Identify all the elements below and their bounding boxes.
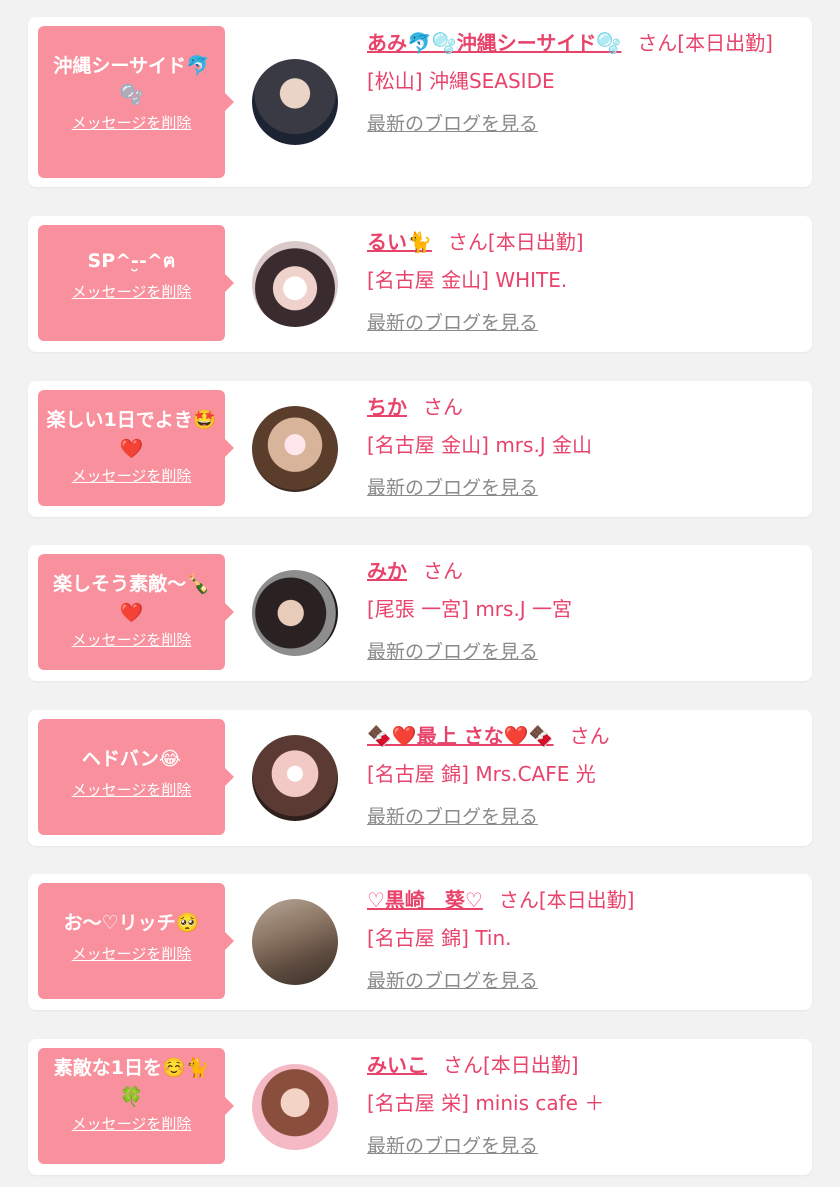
shop-label: [名古屋 錦] Tin.: [367, 926, 512, 950]
message-text: 楽しそう素敵〜🍾❤️: [53, 573, 210, 624]
shop-label: [松山] 沖縄SEASIDE: [367, 69, 555, 93]
name-suffix: さん: [569, 724, 610, 748]
message-text: 沖縄シーサイド🐬🫧: [53, 55, 210, 106]
girl-name-link[interactable]: あみ🐬🫧沖縄シーサイド🫧: [367, 31, 621, 55]
avatar[interactable]: [252, 406, 338, 492]
name-line: あみ🐬🫧沖縄シーサイド🫧 さん[本日出勤]: [367, 26, 794, 60]
name-suffix: さん[本日出勤]: [447, 230, 584, 254]
shop-label: [名古屋 栄] minis cafe ＋: [367, 1091, 605, 1115]
name-line: 🍫❤️最上 さな❤️🍫 さん: [367, 719, 794, 753]
delete-message-link[interactable]: メッセージを削除: [44, 630, 219, 650]
girl-name-link[interactable]: ♡黒崎 葵♡: [367, 888, 483, 912]
message-card: 楽しそう素敵〜🍾❤️ メッセージを削除 みか さん [尾張 一宮] mrs.J 一…: [28, 545, 812, 681]
message-text: 楽しい1日でよき🤩❤️: [46, 409, 217, 460]
delete-message-link[interactable]: メッセージを削除: [44, 282, 219, 302]
avatar[interactable]: [252, 899, 338, 985]
avatar[interactable]: [252, 735, 338, 821]
shop-label: [尾張 一宮] mrs.J 一宮: [367, 597, 573, 621]
delete-message-link[interactable]: メッセージを削除: [44, 780, 219, 800]
profile-info: るい🐈 さん[本日出勤] [名古屋 金山] WHITE. 最新のブログを見る: [367, 225, 794, 337]
name-line: みいこ さん[本日出勤]: [367, 1048, 794, 1082]
message-card: SP^-̮-^ฅ メッセージを削除 るい🐈 さん[本日出勤] [名古屋 金山] W…: [28, 216, 812, 352]
delete-message-link[interactable]: メッセージを削除: [44, 113, 219, 133]
message-text: お〜♡リッチ🥺: [63, 912, 200, 934]
delete-message-link[interactable]: メッセージを削除: [44, 466, 219, 486]
name-line: るい🐈 さん[本日出勤]: [367, 225, 794, 259]
latest-blog-link[interactable]: 最新のブログを見る: [367, 110, 794, 138]
girl-name-link[interactable]: みいこ: [367, 1053, 427, 1077]
message-bubble: 楽しい1日でよき🤩❤️ メッセージを削除: [38, 390, 234, 506]
delete-message-link[interactable]: メッセージを削除: [44, 1114, 219, 1134]
name-suffix: さん: [423, 395, 463, 419]
name-suffix: さん[本日出勤]: [637, 31, 773, 55]
girl-name-link[interactable]: るい🐈: [367, 230, 432, 254]
profile-info: みか さん [尾張 一宮] mrs.J 一宮 最新のブログを見る: [367, 554, 794, 666]
latest-blog-link[interactable]: 最新のブログを見る: [367, 1132, 794, 1160]
message-text: 素敵な1日を☺️🐈🍀: [53, 1057, 210, 1108]
girl-name-link[interactable]: ちか: [367, 395, 407, 419]
avatar[interactable]: [252, 59, 338, 145]
message-bubble: ヘドバン😂 メッセージを削除: [38, 719, 234, 835]
message-bubble: お〜♡リッチ🥺 メッセージを削除: [38, 883, 234, 999]
avatar[interactable]: [252, 570, 338, 656]
message-bubble: 沖縄シーサイド🐬🫧 メッセージを削除: [38, 26, 234, 178]
girl-name-link[interactable]: 🍫❤️最上 さな❤️🍫: [367, 724, 554, 748]
message-list: 沖縄シーサイド🐬🫧 メッセージを削除 あみ🐬🫧沖縄シーサイド🫧 さん[本日出勤] …: [0, 0, 840, 1187]
avatar[interactable]: [252, 241, 338, 327]
delete-message-link[interactable]: メッセージを削除: [44, 944, 219, 964]
profile-info: 🍫❤️最上 さな❤️🍫 さん [名古屋 錦] Mrs.CAFE 光 最新のブログを…: [367, 719, 794, 831]
message-card: 楽しい1日でよき🤩❤️ メッセージを削除 ちか さん [名古屋 金山] mrs.J…: [28, 381, 812, 517]
shop-label: [名古屋 錦] Mrs.CAFE 光: [367, 762, 596, 786]
message-bubble: 素敵な1日を☺️🐈🍀 メッセージを削除: [38, 1048, 234, 1164]
profile-info: ちか さん [名古屋 金山] mrs.J 金山 最新のブログを見る: [367, 390, 794, 502]
name-suffix: さん[本日出勤]: [498, 888, 635, 912]
profile-info: ♡黒崎 葵♡ さん[本日出勤] [名古屋 錦] Tin. 最新のブログを見る: [367, 883, 794, 995]
message-card: 素敵な1日を☺️🐈🍀 メッセージを削除 みいこ さん[本日出勤] [名古屋 栄] …: [28, 1039, 812, 1175]
latest-blog-link[interactable]: 最新のブログを見る: [367, 309, 794, 337]
name-suffix: さん: [423, 559, 463, 583]
message-bubble: 楽しそう素敵〜🍾❤️ メッセージを削除: [38, 554, 234, 670]
girl-name-link[interactable]: みか: [367, 559, 407, 583]
name-line: ♡黒崎 葵♡ さん[本日出勤]: [367, 883, 794, 917]
message-card: 沖縄シーサイド🐬🫧 メッセージを削除 あみ🐬🫧沖縄シーサイド🫧 さん[本日出勤] …: [28, 17, 812, 187]
shop-label: [名古屋 金山] WHITE.: [367, 268, 568, 292]
profile-info: あみ🐬🫧沖縄シーサイド🫧 さん[本日出勤] [松山] 沖縄SEASIDE 最新のブ…: [367, 26, 794, 138]
latest-blog-link[interactable]: 最新のブログを見る: [367, 474, 794, 502]
name-suffix: さん[本日出勤]: [443, 1053, 579, 1077]
message-text: SP^-̮-^ฅ: [87, 250, 176, 272]
message-card: お〜♡リッチ🥺 メッセージを削除 ♡黒崎 葵♡ さん[本日出勤] [名古屋 錦] …: [28, 874, 812, 1010]
name-line: ちか さん: [367, 390, 794, 424]
message-text: ヘドバン😂: [81, 748, 182, 770]
message-bubble: SP^-̮-^ฅ メッセージを削除: [38, 225, 234, 341]
latest-blog-link[interactable]: 最新のブログを見る: [367, 638, 794, 666]
name-line: みか さん: [367, 554, 794, 588]
latest-blog-link[interactable]: 最新のブログを見る: [367, 803, 794, 831]
latest-blog-link[interactable]: 最新のブログを見る: [367, 967, 794, 995]
profile-info: みいこ さん[本日出勤] [名古屋 栄] minis cafe ＋ 最新のブログを…: [367, 1048, 794, 1160]
avatar[interactable]: [252, 1064, 338, 1150]
shop-label: [名古屋 金山] mrs.J 金山: [367, 433, 593, 457]
message-card: ヘドバン😂 メッセージを削除 🍫❤️最上 さな❤️🍫 さん [名古屋 錦] Mrs…: [28, 710, 812, 846]
